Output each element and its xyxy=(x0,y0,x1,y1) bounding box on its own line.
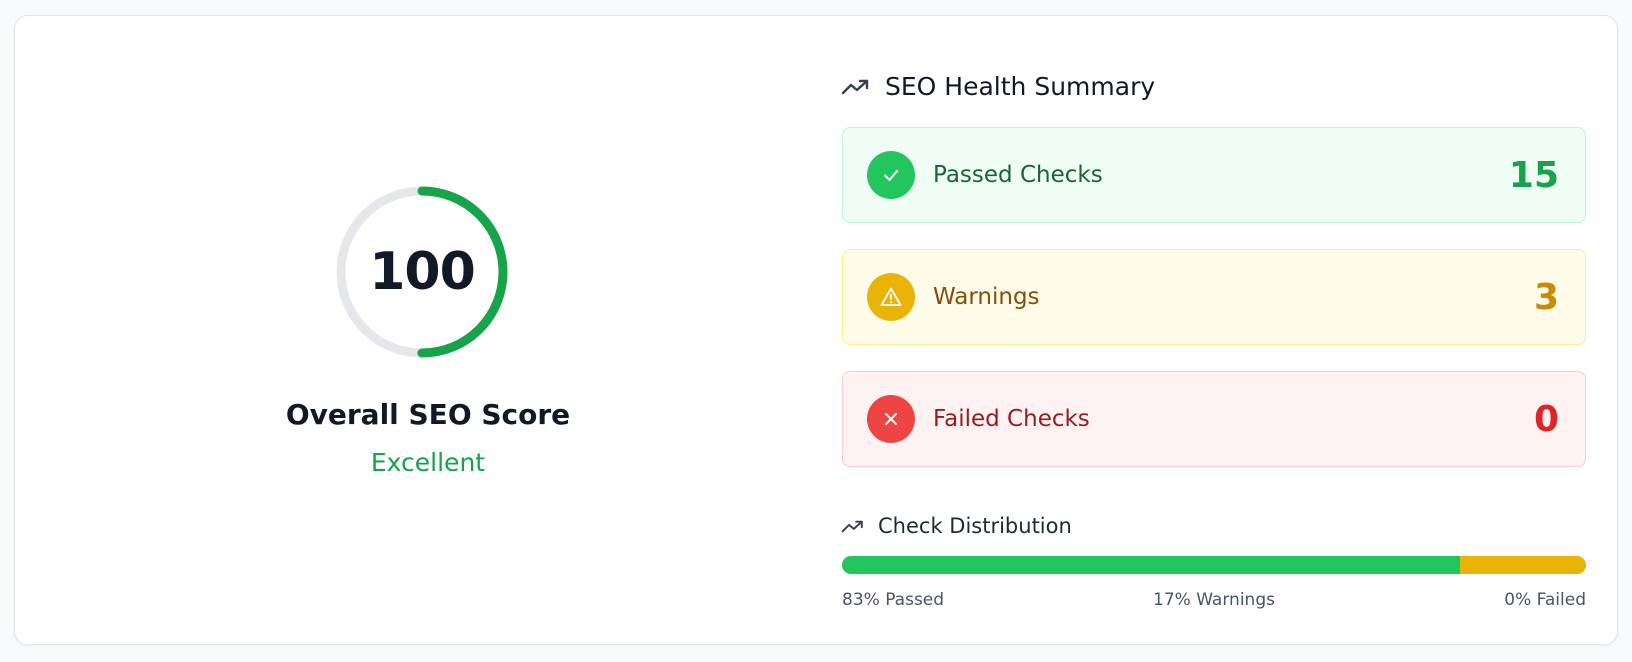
passed-checks-label: Passed Checks xyxy=(933,162,1103,188)
trending-up-icon xyxy=(841,79,869,94)
x-icon xyxy=(867,395,915,443)
failed-checks-count: 0 xyxy=(1533,398,1559,440)
summary-title: SEO Health Summary xyxy=(885,72,1156,101)
distribution-bar xyxy=(842,556,1586,574)
warnings-count: 3 xyxy=(1533,276,1559,318)
distribution-label-failed: 0% Failed xyxy=(1504,590,1586,610)
warnings-card: Warnings 3 xyxy=(842,249,1586,345)
failed-checks-card: Failed Checks 0 xyxy=(842,371,1586,467)
distribution-segment-passed xyxy=(842,556,1460,574)
score-gauge: 100 xyxy=(332,182,512,362)
passed-checks-count: 15 xyxy=(1508,154,1559,196)
distribution-segment-warnings xyxy=(1459,556,1586,574)
distribution-labels: 83% Passed 17% Warnings 0% Failed xyxy=(842,590,1586,612)
score-rating: Excellent xyxy=(370,448,486,477)
warnings-label: Warnings xyxy=(933,284,1040,310)
distribution-label-passed: 83% Passed xyxy=(842,590,945,610)
score-title: Overall SEO Score xyxy=(285,398,571,431)
distribution-title: Check Distribution xyxy=(878,514,1072,538)
seo-score-card: 100 Overall SEO Score Excellent SEO Heal… xyxy=(14,15,1618,645)
warning-triangle-icon xyxy=(867,273,915,321)
check-icon xyxy=(867,151,915,199)
score-panel: 100 Overall SEO Score Excellent xyxy=(15,16,841,644)
failed-checks-label: Failed Checks xyxy=(933,406,1090,432)
summary-header: SEO Health Summary xyxy=(841,72,1155,101)
score-value: 100 xyxy=(369,242,476,302)
trending-up-icon xyxy=(841,520,863,532)
distribution-label-warnings: 17% Warnings xyxy=(1153,590,1275,610)
passed-checks-card: Passed Checks 15 xyxy=(842,127,1586,223)
distribution-header: Check Distribution xyxy=(841,514,1072,538)
